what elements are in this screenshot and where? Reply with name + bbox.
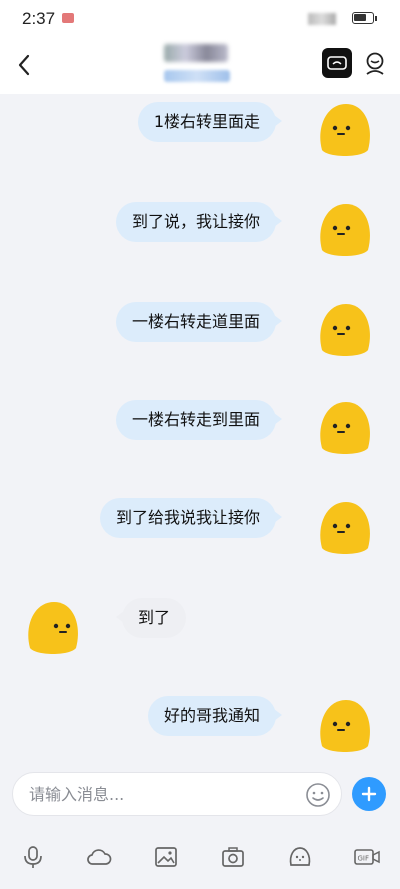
- my-avatar[interactable]: [314, 396, 376, 458]
- profile-button[interactable]: [360, 48, 390, 78]
- video-call-icon: [327, 56, 347, 70]
- image-icon: [155, 847, 177, 867]
- message-list[interactable]: 1楼右转里面走 到了说，我让接你 一楼右转走道里面 一楼右转走到里面 到了给我说…: [0, 94, 400, 766]
- message-bubble[interactable]: 一楼右转走到里面: [115, 400, 283, 440]
- message-row: 到了: [0, 598, 400, 638]
- my-avatar[interactable]: [314, 298, 376, 360]
- gif-icon: GIF: [354, 849, 380, 865]
- plus-icon: [361, 786, 377, 802]
- video-call-button[interactable]: [322, 48, 352, 78]
- message-input-placeholder: 请输入消息...: [29, 785, 125, 804]
- cloud-button[interactable]: [86, 844, 112, 870]
- message-bubble[interactable]: 到了给我说我让接你: [99, 498, 283, 538]
- sticker-button[interactable]: [287, 844, 313, 870]
- profile-icon: [366, 52, 384, 75]
- my-avatar[interactable]: [314, 496, 376, 558]
- emoji-icon: [306, 783, 330, 807]
- message-input[interactable]: 请输入消息...: [12, 772, 342, 816]
- back-button[interactable]: [10, 50, 38, 80]
- input-bar: 请输入消息...: [0, 766, 400, 822]
- message-bubble[interactable]: 到了: [115, 598, 187, 638]
- signal-icon: [308, 13, 336, 25]
- camera-icon: [222, 847, 244, 867]
- chevron-left-icon: [18, 54, 30, 76]
- voice-button[interactable]: [20, 844, 46, 870]
- my-avatar[interactable]: [314, 98, 376, 160]
- my-avatar[interactable]: [314, 198, 376, 260]
- chat-title: [164, 44, 228, 62]
- more-button[interactable]: [352, 777, 386, 811]
- my-avatar[interactable]: [314, 694, 376, 756]
- status-time: 2:37: [22, 9, 56, 28]
- emoji-icon: [289, 847, 311, 866]
- emoji-button[interactable]: [305, 782, 331, 808]
- status-bar: 2:37: [0, 0, 400, 36]
- gif-button[interactable]: GIF: [354, 844, 380, 870]
- notification-icon: [62, 13, 74, 23]
- image-button[interactable]: [153, 844, 179, 870]
- message-bubble[interactable]: 一楼右转走道里面: [115, 302, 283, 342]
- message-bubble[interactable]: 好的哥我通知: [147, 696, 283, 736]
- battery-icon: [352, 12, 377, 24]
- message-bubble[interactable]: 到了说，我让接你: [115, 202, 283, 242]
- svg-text:GIF: GIF: [358, 855, 370, 863]
- cloud-icon: [87, 849, 112, 865]
- chat-subtitle: [164, 70, 230, 82]
- camera-button[interactable]: [220, 844, 246, 870]
- input-toolbar: GIF: [0, 822, 400, 889]
- chat-header: [0, 36, 400, 94]
- microphone-icon: [24, 846, 42, 868]
- message-bubble[interactable]: 1楼右转里面走: [137, 102, 283, 142]
